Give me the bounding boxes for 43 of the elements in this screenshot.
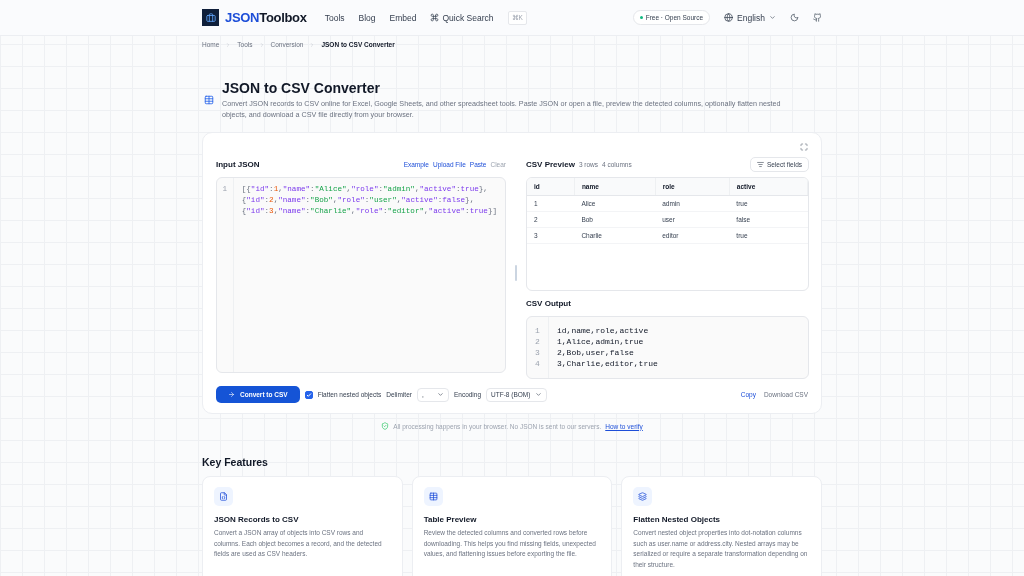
file-icon <box>214 487 233 506</box>
chevron-icon <box>258 41 265 48</box>
chevron-down-icon <box>436 391 444 398</box>
logo[interactable]: JSONToolbox <box>225 10 307 25</box>
nav-link[interactable]: Embed <box>389 12 417 23</box>
panel-title: CSV Output <box>526 298 571 308</box>
command-icon <box>430 13 440 22</box>
line-number: 2 <box>534 336 541 347</box>
line-number: 3 <box>534 347 541 358</box>
globe-icon <box>724 13 734 22</box>
code-line: 3,Charlie,editor,true <box>557 358 658 369</box>
logo-icon <box>202 9 219 26</box>
resize-handle[interactable] <box>515 265 517 281</box>
chevron-down-icon <box>535 391 543 398</box>
feature-title: JSON Records to CSV <box>214 515 300 524</box>
fullscreen-icon[interactable] <box>800 143 808 151</box>
github-button[interactable] <box>813 13 822 22</box>
code-line: id,name,role,active <box>557 325 650 336</box>
nav-link[interactable]: Blog <box>358 12 376 23</box>
feature-title: Flatten Nested Objects <box>633 515 721 524</box>
checkbox[interactable] <box>304 390 313 399</box>
language-selector[interactable]: English <box>737 12 776 23</box>
feature-title: Table Preview <box>423 515 478 524</box>
chevron-icon <box>309 41 316 48</box>
table-icon <box>423 487 443 506</box>
panel-title: Input JSON <box>216 159 260 169</box>
layers-icon <box>633 487 653 506</box>
arrow-right-icon <box>228 391 235 398</box>
line-number: 4 <box>534 358 541 369</box>
panel-title: CSV Preview <box>526 159 575 169</box>
line-number: 1 <box>534 325 541 336</box>
page-title: JSON to CSV Converter <box>222 80 381 96</box>
code-line: 2,Bob,user,false <box>557 347 635 358</box>
filter-icon <box>756 160 764 168</box>
chevron-icon <box>225 41 232 48</box>
nav-link[interactable]: Tools <box>324 12 345 23</box>
dark-mode-button[interactable] <box>790 13 799 22</box>
quick-search-link[interactable]: Quick Search <box>442 12 494 23</box>
section-title: Key Features <box>202 456 269 468</box>
shield-icon <box>381 422 390 430</box>
code-line: 1,Alice,admin,true <box>557 336 645 347</box>
chevron-down-icon <box>769 14 776 21</box>
table-icon <box>204 95 214 105</box>
